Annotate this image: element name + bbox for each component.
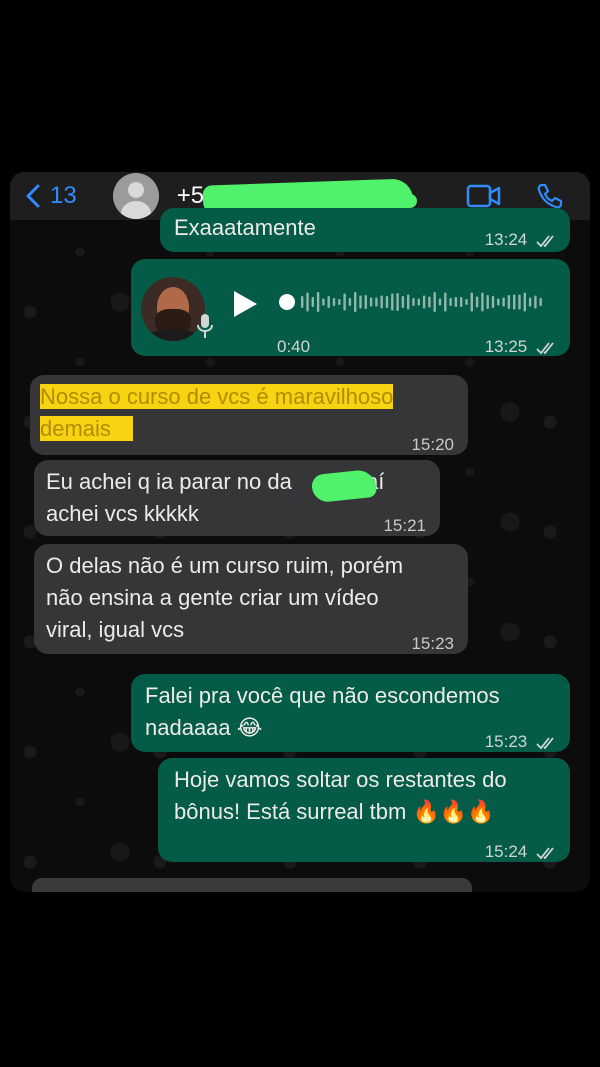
waveform-bar (518, 294, 521, 310)
waveform-bar (380, 295, 383, 309)
message-bubble-outgoing[interactable]: Falei pra você que não escondemos nadaaa… (131, 674, 570, 752)
message-text: Exaaatamente (174, 215, 316, 240)
message-bubble-outgoing[interactable]: Exaaatamente 13:24 (160, 208, 570, 252)
waveform-bar (475, 296, 479, 308)
waveform-bar (322, 298, 325, 306)
waveform-bar (401, 296, 405, 308)
waveform-bar (513, 294, 516, 310)
waveform-bar (502, 297, 505, 307)
message-text: O delas não é um curso ruim, porém (46, 553, 404, 578)
message-time: 15:23 (411, 634, 454, 653)
waveform-bar (539, 298, 542, 306)
waveform-bar (311, 297, 314, 307)
waveform-bar (391, 293, 394, 311)
waveform-bar (507, 295, 511, 309)
waveform-bar (454, 297, 458, 307)
double-check-icon (536, 736, 554, 749)
message-text: Hoje vamos soltar os restantes do (174, 767, 507, 792)
waveform-bar (412, 298, 415, 306)
message-text: Eu achei q ia parar no da (46, 469, 292, 494)
message-bubble-incoming[interactable]: Eu achei q ia parar no da, aí achei vcs … (34, 460, 440, 536)
waveform-bar (534, 295, 537, 309)
waveform-bar (444, 292, 447, 312)
double-check-icon (536, 234, 554, 247)
waveform-bar (417, 298, 420, 306)
waveform-bar (481, 292, 484, 312)
waveform-bar (428, 296, 431, 308)
contact-name: +5 (176, 182, 205, 209)
waveform-bar (301, 296, 304, 308)
waveform-bar (422, 295, 426, 309)
redaction-scribble (346, 194, 417, 208)
waveform-bar (364, 295, 367, 309)
contact-avatar[interactable] (112, 173, 159, 219)
waveform-bar (407, 294, 410, 310)
waveform-bar (316, 292, 320, 312)
message-text: achei vcs kkkkk (46, 501, 199, 526)
voice-message-bubble[interactable]: 0:40 13:25 (131, 259, 570, 356)
message-text: demais (40, 416, 133, 441)
message-text: não ensina a gente criar um vídeo (46, 585, 379, 610)
waveform-bar (528, 297, 532, 307)
waveform-bar (332, 298, 336, 306)
message-time: 15:23 (485, 726, 558, 758)
waveform-bar (338, 299, 341, 305)
waveform-bar (470, 292, 473, 312)
waveform-bar (486, 295, 489, 309)
message-text: Nossa o curso de vcs é maravilhoso (40, 384, 394, 409)
waveform-bar (438, 298, 442, 306)
waveform-bar (306, 292, 309, 312)
waveform-bar (465, 299, 468, 305)
phone-call-icon[interactable] (536, 182, 564, 210)
waveform-bar (375, 297, 378, 307)
unread-count: 13 (50, 182, 77, 209)
waveform-bar (433, 292, 436, 312)
waveform-bar (359, 295, 362, 309)
next-message-edge (32, 878, 472, 892)
waveform-bar (491, 296, 495, 308)
waveform-bar (523, 292, 526, 312)
waveform-bar (396, 293, 399, 311)
chat-screen: 13 +5 Exaaatamente 13:24 0:40 13:25 Noss… (10, 172, 590, 892)
message-text: bônus! Está surreal tbm 🔥🔥🔥 (174, 799, 495, 824)
chevron-left-icon (26, 184, 40, 208)
message-bubble-incoming[interactable]: Nossa o curso de vcs é maravilhoso demai… (30, 375, 468, 455)
waveform-bar (449, 298, 452, 306)
waveform-bar (460, 297, 463, 307)
message-time: 13:24 (485, 224, 558, 256)
microphone-icon (197, 314, 213, 338)
waveform-bar (354, 292, 357, 312)
message-text: nadaaaa 😂 (145, 715, 263, 740)
back-button[interactable]: 13 (26, 182, 77, 210)
message-bubble-outgoing[interactable]: Hoje vamos soltar os restantes do bônus!… (158, 758, 570, 862)
double-check-icon (536, 341, 554, 354)
waveform-bar (348, 298, 352, 306)
message-time: 13:25 (485, 331, 558, 363)
message-time: 15:24 (485, 836, 558, 868)
message-time: 15:20 (411, 435, 454, 454)
waveform-bar (385, 296, 389, 308)
video-call-icon[interactable] (466, 183, 502, 209)
sender-avatar (141, 277, 205, 341)
play-icon[interactable] (231, 289, 259, 319)
message-text: viral, igual vcs (46, 617, 185, 642)
message-bubble-incoming[interactable]: O delas não é um curso ruim, porém não e… (34, 544, 468, 654)
waveform-bar (369, 297, 373, 307)
message-time: 15:21 (383, 516, 426, 535)
waveform-bar (327, 296, 330, 308)
waveform-bar (497, 298, 500, 306)
message-text: Falei pra você que não escondemos (145, 683, 500, 708)
double-check-icon (536, 846, 554, 859)
voice-duration: 0:40 (277, 337, 311, 356)
audio-waveform[interactable] (279, 287, 549, 317)
waveform-bar (343, 293, 346, 311)
